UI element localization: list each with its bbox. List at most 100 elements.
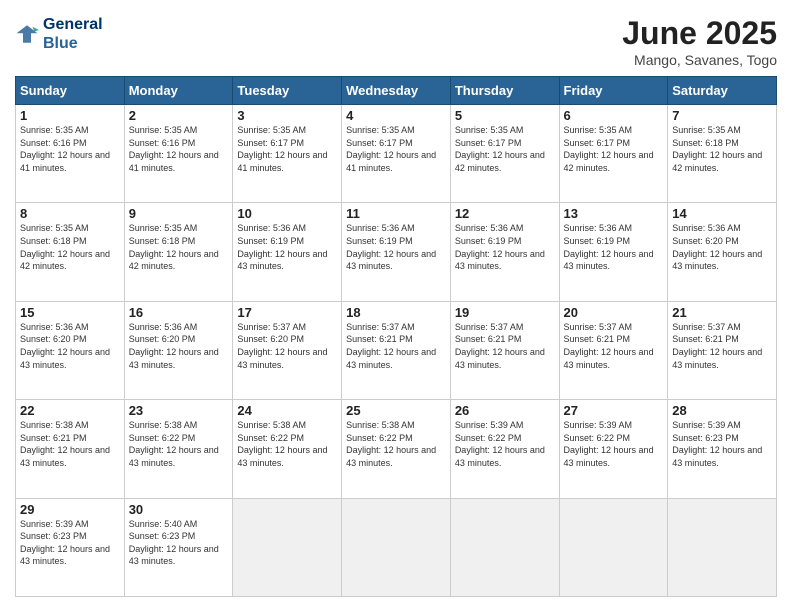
calendar-cell: 25Sunrise: 5:38 AMSunset: 6:22 PMDayligh… [342,400,451,498]
day-info: Sunrise: 5:35 AMSunset: 6:16 PMDaylight:… [129,124,229,174]
calendar-cell [233,498,342,596]
calendar-cell: 2Sunrise: 5:35 AMSunset: 6:16 PMDaylight… [124,105,233,203]
day-number: 5 [455,108,555,123]
day-number: 23 [129,403,229,418]
calendar-week-1: 1Sunrise: 5:35 AMSunset: 6:16 PMDaylight… [16,105,777,203]
col-wednesday: Wednesday [342,77,451,105]
calendar-cell: 26Sunrise: 5:39 AMSunset: 6:22 PMDayligh… [450,400,559,498]
calendar-week-3: 15Sunrise: 5:36 AMSunset: 6:20 PMDayligh… [16,301,777,399]
day-number: 29 [20,502,120,517]
day-number: 13 [564,206,664,221]
day-info: Sunrise: 5:37 AMSunset: 6:21 PMDaylight:… [672,321,772,371]
day-info: Sunrise: 5:36 AMSunset: 6:20 PMDaylight:… [672,222,772,272]
calendar-week-4: 22Sunrise: 5:38 AMSunset: 6:21 PMDayligh… [16,400,777,498]
calendar-cell [342,498,451,596]
calendar-cell: 20Sunrise: 5:37 AMSunset: 6:21 PMDayligh… [559,301,668,399]
col-saturday: Saturday [668,77,777,105]
day-info: Sunrise: 5:35 AMSunset: 6:18 PMDaylight:… [672,124,772,174]
page: General Blue June 2025 Mango, Savanes, T… [0,0,792,612]
day-number: 26 [455,403,555,418]
day-info: Sunrise: 5:36 AMSunset: 6:20 PMDaylight:… [20,321,120,371]
month-title: June 2025 [622,15,777,52]
day-info: Sunrise: 5:36 AMSunset: 6:19 PMDaylight:… [237,222,337,272]
calendar-cell: 3Sunrise: 5:35 AMSunset: 6:17 PMDaylight… [233,105,342,203]
day-number: 17 [237,305,337,320]
calendar-cell: 13Sunrise: 5:36 AMSunset: 6:19 PMDayligh… [559,203,668,301]
day-number: 7 [672,108,772,123]
calendar-cell: 10Sunrise: 5:36 AMSunset: 6:19 PMDayligh… [233,203,342,301]
calendar-cell: 27Sunrise: 5:39 AMSunset: 6:22 PMDayligh… [559,400,668,498]
day-info: Sunrise: 5:36 AMSunset: 6:19 PMDaylight:… [564,222,664,272]
day-number: 9 [129,206,229,221]
calendar-cell: 17Sunrise: 5:37 AMSunset: 6:20 PMDayligh… [233,301,342,399]
day-info: Sunrise: 5:38 AMSunset: 6:22 PMDaylight:… [237,419,337,469]
day-info: Sunrise: 5:35 AMSunset: 6:16 PMDaylight:… [20,124,120,174]
calendar-week-5: 29Sunrise: 5:39 AMSunset: 6:23 PMDayligh… [16,498,777,596]
calendar-cell: 30Sunrise: 5:40 AMSunset: 6:23 PMDayligh… [124,498,233,596]
col-friday: Friday [559,77,668,105]
calendar-cell: 15Sunrise: 5:36 AMSunset: 6:20 PMDayligh… [16,301,125,399]
calendar-cell: 23Sunrise: 5:38 AMSunset: 6:22 PMDayligh… [124,400,233,498]
day-number: 27 [564,403,664,418]
calendar-cell: 11Sunrise: 5:36 AMSunset: 6:19 PMDayligh… [342,203,451,301]
day-number: 1 [20,108,120,123]
calendar-cell: 24Sunrise: 5:38 AMSunset: 6:22 PMDayligh… [233,400,342,498]
calendar-cell: 9Sunrise: 5:35 AMSunset: 6:18 PMDaylight… [124,203,233,301]
day-number: 14 [672,206,772,221]
day-info: Sunrise: 5:37 AMSunset: 6:21 PMDaylight:… [346,321,446,371]
header: General Blue June 2025 Mango, Savanes, T… [15,15,777,68]
day-info: Sunrise: 5:39 AMSunset: 6:22 PMDaylight:… [455,419,555,469]
day-info: Sunrise: 5:36 AMSunset: 6:19 PMDaylight:… [346,222,446,272]
calendar-cell: 8Sunrise: 5:35 AMSunset: 6:18 PMDaylight… [16,203,125,301]
day-info: Sunrise: 5:39 AMSunset: 6:23 PMDaylight:… [20,518,120,568]
calendar-cell: 22Sunrise: 5:38 AMSunset: 6:21 PMDayligh… [16,400,125,498]
day-number: 19 [455,305,555,320]
calendar-cell [559,498,668,596]
calendar-cell [668,498,777,596]
calendar-cell: 5Sunrise: 5:35 AMSunset: 6:17 PMDaylight… [450,105,559,203]
day-info: Sunrise: 5:35 AMSunset: 6:17 PMDaylight:… [564,124,664,174]
logo-line1: General [43,15,103,34]
calendar-cell: 6Sunrise: 5:35 AMSunset: 6:17 PMDaylight… [559,105,668,203]
calendar-header: Sunday Monday Tuesday Wednesday Thursday… [16,77,777,105]
col-sunday: Sunday [16,77,125,105]
calendar-cell: 21Sunrise: 5:37 AMSunset: 6:21 PMDayligh… [668,301,777,399]
day-info: Sunrise: 5:35 AMSunset: 6:17 PMDaylight:… [346,124,446,174]
day-info: Sunrise: 5:39 AMSunset: 6:23 PMDaylight:… [672,419,772,469]
calendar-cell: 28Sunrise: 5:39 AMSunset: 6:23 PMDayligh… [668,400,777,498]
day-info: Sunrise: 5:38 AMSunset: 6:22 PMDaylight:… [129,419,229,469]
col-monday: Monday [124,77,233,105]
calendar-cell: 18Sunrise: 5:37 AMSunset: 6:21 PMDayligh… [342,301,451,399]
day-info: Sunrise: 5:36 AMSunset: 6:20 PMDaylight:… [129,321,229,371]
calendar-cell: 12Sunrise: 5:36 AMSunset: 6:19 PMDayligh… [450,203,559,301]
day-number: 8 [20,206,120,221]
day-number: 6 [564,108,664,123]
day-number: 10 [237,206,337,221]
day-number: 3 [237,108,337,123]
location-subtitle: Mango, Savanes, Togo [622,52,777,68]
day-number: 4 [346,108,446,123]
logo: General Blue [15,15,103,53]
logo-line2: Blue [43,35,78,52]
title-block: June 2025 Mango, Savanes, Togo [622,15,777,68]
day-number: 20 [564,305,664,320]
day-number: 18 [346,305,446,320]
calendar-cell [450,498,559,596]
logo-text: General Blue [43,15,103,53]
calendar-week-2: 8 Sunrise: 5:35 AMSunset: 6:18 PMDaylight… [16,203,777,301]
day-info: Sunrise: 5:35 AMSunset: 6:18 PMDaylight:… [129,222,229,272]
day-info: Sunrise: 5:38 AMSunset: 6:22 PMDaylight:… [346,419,446,469]
calendar-table: Sunday Monday Tuesday Wednesday Thursday… [15,76,777,597]
day-info: Sunrise: 5:35 AMSunset: 6:17 PMDaylight:… [455,124,555,174]
col-tuesday: Tuesday [233,77,342,105]
day-info: Sunrise: 5:39 AMSunset: 6:22 PMDaylight:… [564,419,664,469]
day-number: 21 [672,305,772,320]
calendar-body: 1Sunrise: 5:35 AMSunset: 6:16 PMDaylight… [16,105,777,597]
calendar-cell: 7Sunrise: 5:35 AMSunset: 6:18 PMDaylight… [668,105,777,203]
logo-icon [15,22,39,46]
day-info: Sunrise: 5:40 AMSunset: 6:23 PMDaylight:… [129,518,229,568]
day-info: Sunrise: 5:37 AMSunset: 6:20 PMDaylight:… [237,321,337,371]
calendar-cell: 16Sunrise: 5:36 AMSunset: 6:20 PMDayligh… [124,301,233,399]
day-info: Sunrise: 5:36 AMSunset: 6:19 PMDaylight:… [455,222,555,272]
calendar-cell: 1Sunrise: 5:35 AMSunset: 6:16 PMDaylight… [16,105,125,203]
